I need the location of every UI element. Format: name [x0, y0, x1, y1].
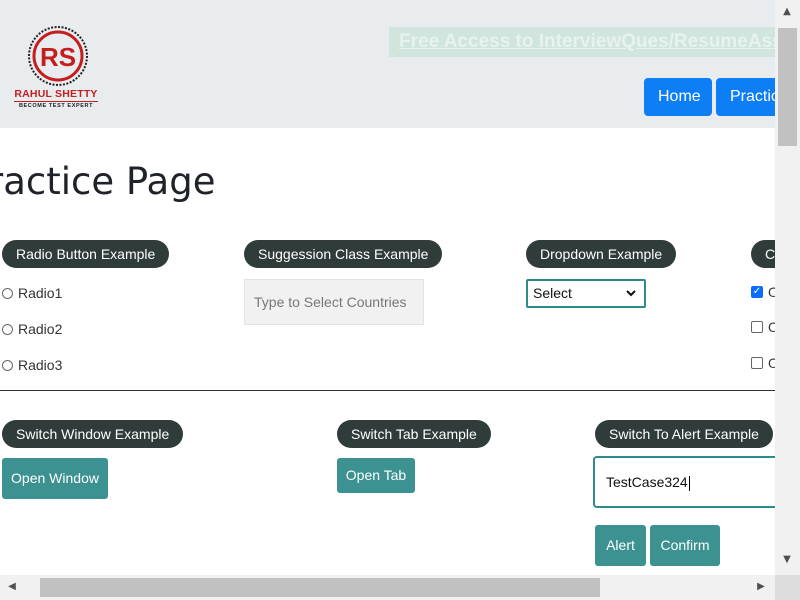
- svg-text:RS: RS: [40, 42, 76, 72]
- scroll-left-arrow-icon[interactable]: ◀: [4, 579, 20, 595]
- radio-button[interactable]: [2, 359, 13, 371]
- text-caret: [688, 475, 690, 491]
- horizontal-scrollbar-thumb[interactable]: [40, 578, 600, 597]
- vertical-scrollbar-thumb[interactable]: [778, 28, 797, 146]
- radio-button[interactable]: [2, 323, 13, 335]
- alert-section-title: Switch To Alert Example: [595, 420, 773, 448]
- promo-link[interactable]: Free Access to InterviewQues/ResumeAssis…: [389, 27, 775, 57]
- radio-section-title: Radio Button Example: [2, 240, 170, 268]
- logo-name: RAHUL SHETTY: [14, 88, 98, 100]
- chevron-down-icon: [626, 281, 636, 316]
- radio-option-3[interactable]: Radio3: [2, 357, 62, 373]
- confirm-button[interactable]: Confirm: [650, 525, 720, 566]
- dropdown-selected-value: Select: [533, 285, 572, 301]
- suggestion-section-title: Suggession Class Example: [244, 240, 443, 268]
- dropdown-section-title: Dropdown Example: [526, 240, 677, 268]
- page-title: ractice Page: [0, 160, 216, 203]
- nav-practice-button[interactable]: Practice: [716, 78, 775, 116]
- radio-label: Radio1: [18, 285, 63, 301]
- radio-label: Radio3: [18, 357, 63, 373]
- radio-button[interactable]: [2, 287, 13, 299]
- open-tab-button[interactable]: Open Tab: [337, 458, 415, 493]
- checkbox-option-1[interactable]: ✓: [751, 286, 763, 298]
- alert-button[interactable]: Alert: [595, 525, 646, 566]
- country-autocomplete-input[interactable]: Type to Select Countries: [244, 279, 424, 325]
- switch-window-section-title: Switch Window Example: [2, 420, 184, 448]
- site-header: RS RAHUL SHETTY BECOME TEST EXPERT Free …: [0, 0, 775, 128]
- radio-option-2[interactable]: Radio2: [2, 321, 62, 337]
- scrollbar-corner: [775, 575, 800, 600]
- open-window-button[interactable]: Open Window: [2, 458, 108, 499]
- alert-input-value: TestCase324: [606, 474, 688, 490]
- alert-name-input[interactable]: TestCase324: [593, 456, 783, 508]
- checkbox-option-3[interactable]: [751, 357, 763, 369]
- logo-tagline: BECOME TEST EXPERT: [14, 101, 98, 109]
- logo-emblem-icon: RS: [28, 26, 88, 86]
- scroll-right-arrow-icon[interactable]: ▶: [753, 579, 769, 595]
- section-divider: [0, 390, 775, 391]
- switch-tab-section-title: Switch Tab Example: [337, 420, 491, 448]
- nav-home-button[interactable]: Home: [644, 78, 712, 116]
- site-logo[interactable]: RS RAHUL SHETTY BECOME TEST EXPERT: [10, 22, 102, 112]
- radio-option-1[interactable]: Radio1: [2, 285, 62, 301]
- radio-label: Radio2: [18, 321, 63, 337]
- checkbox-option-2[interactable]: [751, 321, 763, 333]
- dropdown-select[interactable]: Select: [526, 279, 646, 308]
- scroll-up-arrow-icon[interactable]: ▲: [779, 4, 795, 20]
- scroll-down-arrow-icon[interactable]: ▼: [779, 552, 795, 568]
